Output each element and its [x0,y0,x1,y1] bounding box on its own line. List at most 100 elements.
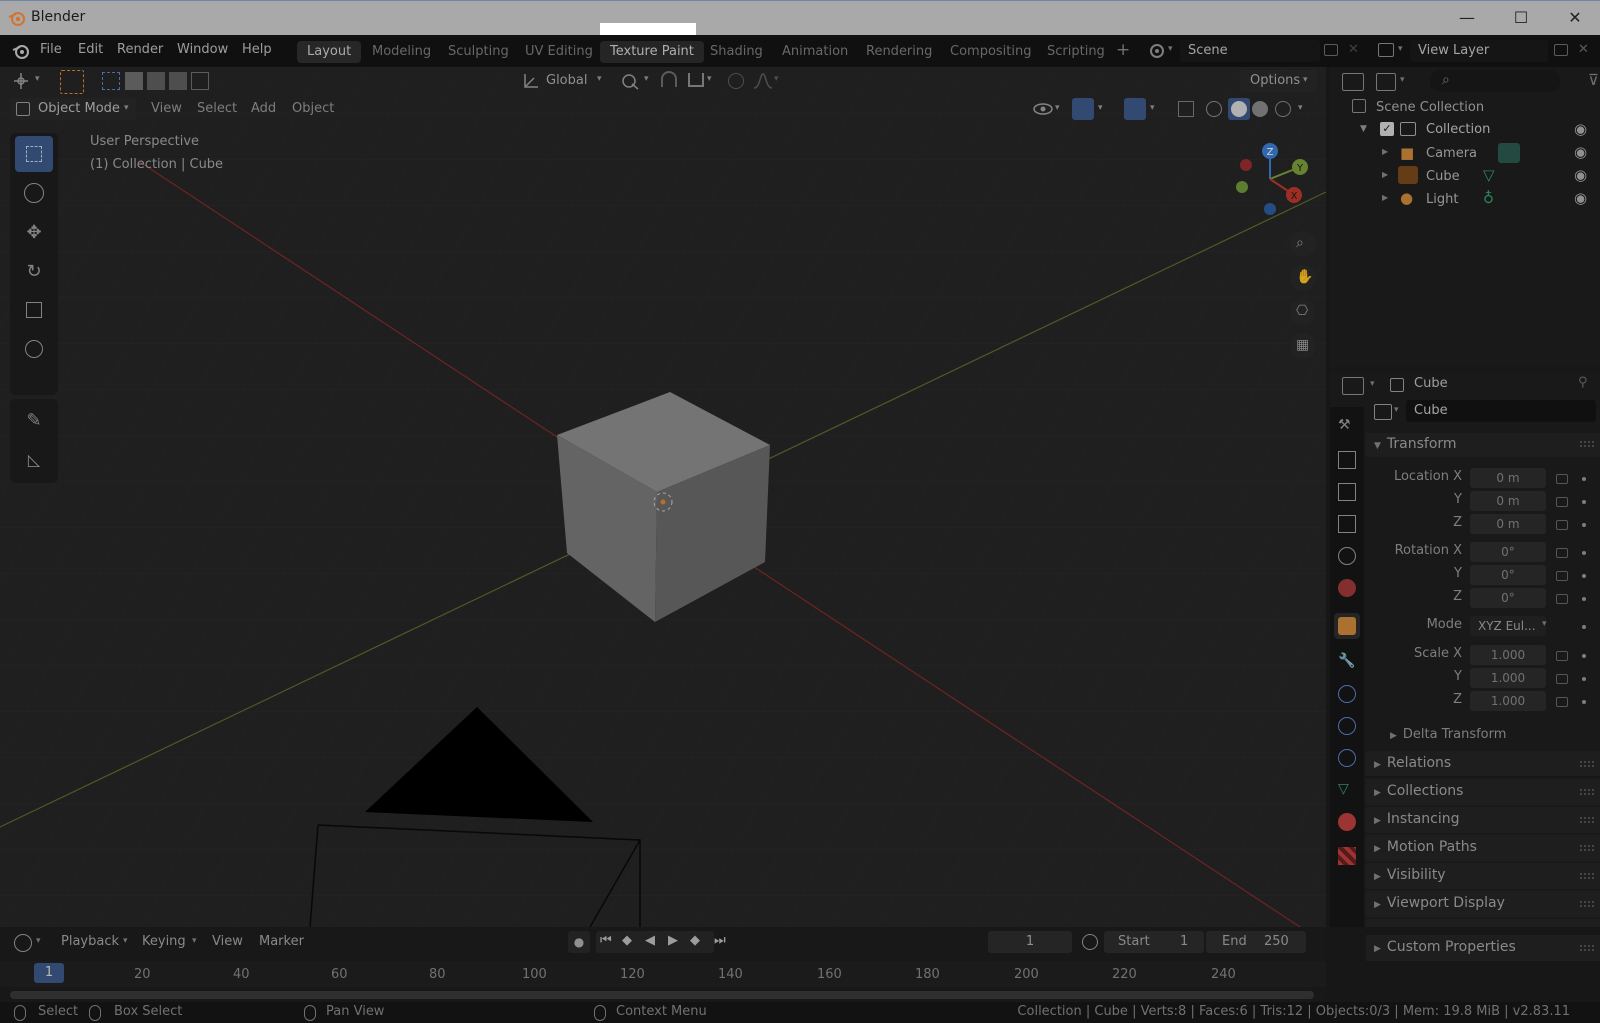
lock-rotation-x-icon[interactable] [1556,548,1568,558]
wireframe-shading-icon[interactable] [1206,101,1222,117]
tab-sculpting[interactable]: Sculpting [438,41,519,63]
keyframe-dot-icon[interactable] [1582,477,1586,481]
camera-visibility-icon[interactable]: ◉ [1574,143,1587,161]
keyframe-dot-icon[interactable] [1582,654,1586,658]
light-expand-icon[interactable]: ▶ [1382,193,1388,202]
prev-keyframe-button[interactable]: ◆ [622,933,632,948]
editor-type-dropdown-icon[interactable]: ▾ [35,74,40,84]
orientation-dropdown-icon[interactable]: ▾ [597,74,602,84]
tab-shading[interactable]: Shading [700,41,773,63]
rotation-mode-dropdown-icon[interactable]: ▾ [1542,619,1547,629]
tab-rendering[interactable]: Rendering [856,41,942,63]
visibility-panel-title[interactable]: ▶ Visibility [1374,867,1446,883]
scale-z-field[interactable]: 1.000 [1470,691,1546,711]
motion-paths-drag-handle[interactable] [1580,845,1594,851]
timeline-scrollbar[interactable] [10,991,1314,999]
lock-location-x-icon[interactable] [1556,474,1568,484]
select-intersect-icon[interactable] [191,72,209,90]
viewport-menu-view[interactable]: View [151,101,182,116]
relations-panel[interactable]: ▶ Relations [1366,751,1600,777]
select-subtract-icon[interactable] [147,72,165,90]
scale-y-field[interactable]: 1.000 [1470,668,1546,688]
lock-scale-y-icon[interactable] [1556,674,1568,684]
pin-icon[interactable]: ⚲ [1578,375,1588,390]
filter-icon[interactable]: ⊽ [1588,71,1599,89]
add-workspace-button[interactable]: + [1116,40,1130,60]
measure-tool[interactable]: ◺ [15,441,53,477]
jump-end-button[interactable]: ⏭ [714,933,726,948]
collection-label[interactable]: Collection [1426,122,1490,137]
custom-properties-header[interactable]: ▶ Custom Properties [1366,935,1600,961]
tab-texture-icon[interactable] [1338,847,1356,865]
tab-uv-editing[interactable]: UV Editing [515,41,603,63]
camera-data-icon[interactable] [1498,143,1520,163]
instancing-panel-title[interactable]: ▶ Instancing [1374,811,1460,827]
rotation-y-field[interactable]: 0° [1470,565,1546,585]
select-box-tool[interactable] [15,136,53,172]
keyframe-dot-icon[interactable] [1582,523,1586,527]
orientation-dropdown[interactable]: Global [546,73,587,88]
falloff-icon[interactable] [752,72,774,90]
location-z-field[interactable]: 0 m [1470,514,1546,534]
display-mode-dropdown-icon[interactable]: ▾ [1400,75,1405,85]
remove-scene-icon[interactable]: ✕ [1348,42,1359,57]
outliner-editor-icon[interactable] [1342,73,1364,91]
xray-toggle-icon[interactable] [1178,101,1194,117]
record-button[interactable]: ● [568,931,590,953]
cube-visibility-icon[interactable]: ◉ [1574,166,1587,184]
editor-type-icon[interactable] [12,71,34,91]
custom-properties-panel-title[interactable]: ▶ Custom Properties [1374,939,1516,955]
menu-render[interactable]: Render [117,42,163,57]
gizmo-toggle-icon[interactable] [1072,98,1094,120]
tab-animation[interactable]: Animation [772,41,858,63]
tab-layout[interactable]: Layout [297,41,362,63]
close-window-button[interactable]: ✕ [1560,6,1590,30]
relations-panel-title[interactable]: ▶ Relations [1374,755,1451,771]
motion-paths-panel-title[interactable]: ▶ Motion Paths [1374,839,1477,855]
rotation-mode-select[interactable]: XYZ Eul... [1470,616,1546,636]
timeline-editor-icon[interactable] [14,934,32,952]
object-name-field[interactable]: Cube [1406,400,1596,422]
snap-icon[interactable] [658,71,680,91]
visibility-icon[interactable] [1032,99,1054,119]
move-tool[interactable]: ✥ [15,214,53,250]
scene-dropdown-icon[interactable]: ▾ [1168,44,1173,54]
tab-material-icon[interactable] [1338,813,1356,831]
annotate-tool[interactable]: ✎ [15,402,53,438]
lock-location-z-icon[interactable] [1556,520,1568,530]
light-visibility-icon[interactable]: ◉ [1574,189,1587,207]
keyframe-dot-icon[interactable] [1582,677,1586,681]
keyframe-dot-icon[interactable] [1582,597,1586,601]
scene-name-field[interactable]: Scene [1180,40,1320,62]
view-layer-field[interactable]: View Layer [1410,40,1548,62]
play-button[interactable]: ▶ [668,933,678,948]
tab-world-icon[interactable] [1338,579,1356,597]
rotation-x-field[interactable]: 0° [1470,542,1546,562]
properties-editor-icon[interactable] [1342,377,1364,395]
menu-edit[interactable]: Edit [78,42,103,57]
tab-scene-icon[interactable] [1338,547,1356,565]
keyframe-dot-icon[interactable] [1582,574,1586,578]
3d-viewport[interactable]: ▾ Global ▾ ▾ ▾ ▾ Options ▾ Object Mode ▾… [0,67,1326,927]
tab-view-layer-icon[interactable] [1338,515,1356,533]
camera-expand-icon[interactable]: ▶ [1382,147,1388,156]
visibility-dropdown-icon[interactable]: ▾ [1055,103,1060,113]
rotation-z-field[interactable]: 0° [1470,588,1546,608]
new-view-layer-icon[interactable] [1554,44,1568,56]
tab-object-icon[interactable] [1338,617,1356,635]
material-shading-icon[interactable] [1252,101,1268,117]
tab-texture-paint[interactable]: Texture Paint [600,41,704,63]
overlays-dropdown-icon[interactable]: ▾ [1150,103,1155,113]
select-new-icon[interactable] [102,72,120,90]
transform-panel-title[interactable]: ▼ Transform [1374,436,1457,452]
tab-compositing[interactable]: Compositing [940,41,1042,63]
collection-checkbox[interactable]: ✓ [1380,122,1394,136]
scene-icon[interactable] [1148,42,1166,60]
menu-help[interactable]: Help [242,42,272,57]
overlays-toggle-icon[interactable] [1124,98,1146,120]
current-frame-field[interactable]: 1 [988,931,1072,953]
blender-menu-icon[interactable] [11,42,31,60]
collection-expand-icon[interactable]: ▼ [1360,124,1367,134]
menu-window[interactable]: Window [177,42,228,57]
cube-expand-icon[interactable]: ▶ [1382,170,1388,179]
